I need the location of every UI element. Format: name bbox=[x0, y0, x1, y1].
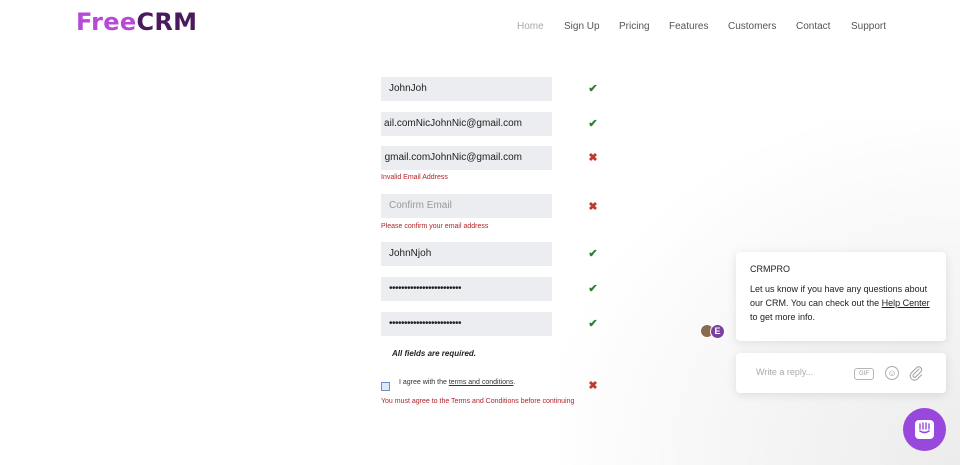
nav-features[interactable]: Features bbox=[669, 21, 708, 32]
chat-icon bbox=[915, 420, 934, 439]
reply-placeholder: Write a reply... bbox=[756, 367, 814, 377]
attachment-icon[interactable] bbox=[908, 365, 924, 381]
chat-message-text-2: to get more info. bbox=[750, 312, 816, 322]
first-name-field[interactable]: JohnJoh bbox=[381, 77, 552, 101]
email-error: Invalid Email Address bbox=[381, 174, 448, 181]
email-value: ail.comNicJohnNic@gmail.com bbox=[384, 118, 522, 129]
terms-prefix: I agree with the bbox=[399, 379, 449, 386]
terms-suffix: . bbox=[513, 379, 516, 386]
confirm-email-field[interactable]: Confirm Email bbox=[381, 194, 552, 218]
email-2-invalid-icon: ✖ bbox=[588, 152, 598, 164]
confirm-password-value: •••••••••••••••••••••••• bbox=[389, 318, 462, 329]
password-field[interactable]: •••••••••••••••••••••••• bbox=[381, 277, 552, 301]
nav-contact[interactable]: Contact bbox=[796, 21, 830, 32]
terms-link[interactable]: terms and conditions bbox=[449, 379, 514, 386]
required-note: All fields are required. bbox=[392, 349, 477, 358]
password-valid-icon: ✔ bbox=[588, 283, 598, 295]
nav-support[interactable]: Support bbox=[851, 21, 886, 32]
help-center-link[interactable]: Help Center bbox=[882, 298, 930, 308]
nav-sign-up[interactable]: Sign Up bbox=[564, 21, 600, 32]
chat-message-card[interactable]: CRMPRO Let us know if you have any quest… bbox=[736, 252, 946, 341]
chat-launcher-button[interactable] bbox=[903, 408, 946, 451]
password-value: •••••••••••••••••••••••• bbox=[389, 283, 462, 294]
confirm-password-valid-icon: ✔ bbox=[588, 318, 598, 330]
username-field[interactable]: JohnNjoh bbox=[381, 242, 552, 266]
terms-label: I agree with the terms and conditions. bbox=[399, 379, 515, 386]
first-name-valid-icon: ✔ bbox=[588, 83, 598, 95]
first-name-value: JohnJoh bbox=[389, 83, 427, 94]
agent-avatar-initial: E bbox=[710, 324, 725, 339]
username-value: JohnNjoh bbox=[389, 248, 432, 259]
email-2-value: gmail.comJohnNic@gmail.com bbox=[384, 152, 522, 163]
email-valid-icon: ✔ bbox=[588, 118, 598, 130]
confirm-email-error: Please confirm your email address bbox=[381, 223, 489, 230]
chat-reply-box[interactable]: Write a reply... GIF ☺ bbox=[736, 353, 946, 393]
email-field[interactable]: ail.comNicJohnNic@gmail.com bbox=[381, 112, 552, 136]
nav-home[interactable]: Home bbox=[517, 21, 544, 32]
chat-message: Let us know if you have any questions ab… bbox=[750, 282, 935, 324]
email-field-2[interactable]: gmail.comJohnNic@gmail.com bbox=[381, 146, 552, 170]
terms-error: You must agree to the Terms and Conditio… bbox=[381, 398, 575, 405]
confirm-password-field[interactable]: •••••••••••••••••••••••• bbox=[381, 312, 552, 336]
confirm-email-placeholder: Confirm Email bbox=[389, 200, 452, 211]
nav-pricing[interactable]: Pricing bbox=[619, 21, 650, 32]
chat-sender: CRMPRO bbox=[750, 264, 790, 274]
main-nav: Home Sign Up Pricing Features Customers … bbox=[0, 21, 960, 35]
nav-customers[interactable]: Customers bbox=[728, 21, 776, 32]
gif-icon[interactable]: GIF bbox=[854, 368, 874, 380]
terms-invalid-icon: ✖ bbox=[588, 380, 598, 392]
confirm-email-invalid-icon: ✖ bbox=[588, 201, 598, 213]
chat-avatars: E bbox=[700, 324, 730, 340]
username-valid-icon: ✔ bbox=[588, 248, 598, 260]
emoji-icon[interactable]: ☺ bbox=[885, 366, 899, 380]
terms-checkbox[interactable] bbox=[381, 382, 390, 391]
